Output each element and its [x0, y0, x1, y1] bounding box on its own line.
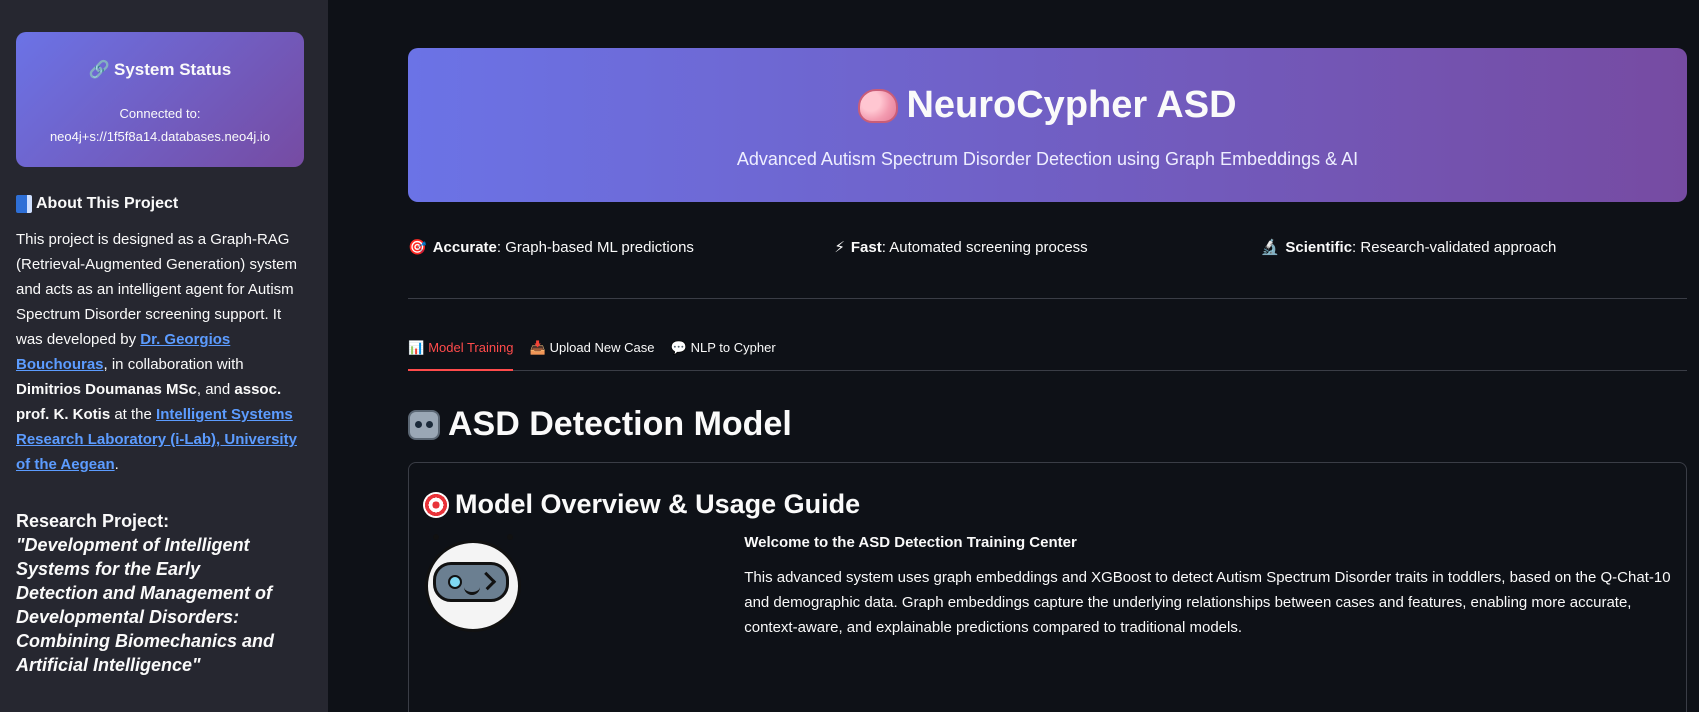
target-icon [423, 491, 449, 518]
tab-label: Upload New Case [549, 340, 655, 355]
tab-model-training[interactable]: 📊 Model Training [408, 340, 514, 371]
feature-name: Accurate [432, 238, 497, 256]
robot-eye [448, 575, 462, 589]
feature-desc: : Graph-based ML predictions [496, 238, 694, 256]
card-body: Welcome to the ASD Detection Training Ce… [423, 532, 1672, 640]
link-icon: 🔗 [88, 60, 110, 79]
about-text-part: at the [110, 406, 157, 423]
about-text-part: , in collaboration with [103, 356, 244, 373]
feature-name: Fast [850, 238, 882, 256]
hero-banner: NeuroCypher ASD Advanced Autism Spectrum… [408, 48, 1687, 202]
feature-name: Scientific [1285, 238, 1353, 256]
inbox-tray-icon: 📥 [529, 340, 546, 355]
connected-label: Connected to: [119, 106, 201, 121]
card-title: Model Overview & Usage Guide [423, 489, 1672, 520]
system-status-label: System Status [114, 60, 232, 79]
feature-accurate: 🎯 Accurate: Graph-based ML predictions [408, 238, 834, 257]
tab-upload-new-case[interactable]: 📥 Upload New Case [529, 340, 654, 370]
system-status-title: 🔗 System Status [16, 60, 304, 80]
main-content: NeuroCypher ASD Advanced Autism Spectrum… [408, 48, 1687, 712]
robot-mouth [464, 587, 480, 595]
feature-row: 🎯 Accurate: Graph-based ML predictions ⚡… [408, 236, 1687, 258]
tab-label: Model Training [428, 340, 514, 355]
about-text-part: . [114, 456, 119, 473]
robot-wink [477, 571, 497, 591]
bar-chart-icon: 📊 [408, 340, 425, 355]
app-title: NeuroCypher ASD [408, 84, 1687, 127]
welcome-heading: Welcome to the ASD Detection Training Ce… [744, 534, 1077, 551]
section-title: ASD Detection Model [408, 405, 1687, 444]
about-text-part: , and [196, 381, 235, 398]
tab-nlp-to-cypher[interactable]: 💬 NLP to Cypher [670, 340, 775, 370]
system-status-card: 🔗 System Status Connected to: neo4j+s://1… [16, 32, 304, 167]
winking-robot-avatar-icon [423, 532, 523, 632]
app-title-text: NeuroCypher ASD [906, 84, 1237, 126]
feature-desc: : Research-validated approach [1352, 238, 1557, 256]
feature-fast: ⚡ Fast: Automated screening process [834, 238, 1260, 257]
model-description: This advanced system uses graph embeddin… [744, 569, 1671, 636]
book-icon [16, 195, 32, 213]
about-heading-label: About This Project [36, 195, 179, 212]
section-title-text: ASD Detection Model [448, 405, 792, 443]
antenna-icon [433, 534, 439, 540]
about-heading: About This Project [16, 195, 312, 213]
model-overview-card: Model Overview & Usage Guide Welcome to … [408, 462, 1687, 712]
divider [408, 298, 1687, 299]
robot-visor [433, 562, 509, 602]
antenna-icon [507, 534, 513, 540]
speech-bubble-icon: 💬 [670, 340, 687, 355]
brain-icon [858, 88, 899, 123]
tab-bar: 📊 Model Training 📥 Upload New Case 💬 NLP… [408, 340, 1687, 371]
target-icon: 🎯 [408, 239, 427, 256]
about-text: This project is designed as a Graph-RAG … [16, 227, 308, 477]
research-project-label: Research Project: [16, 511, 170, 531]
avatar-column [423, 532, 744, 640]
feature-desc: : Automated screening process [881, 238, 1088, 256]
collaborator-name: Dimitrios Doumanas MSc [16, 381, 197, 398]
feature-scientific: 🔬 Scientific: Research-validated approac… [1260, 238, 1687, 257]
microscope-icon: 🔬 [1260, 239, 1280, 256]
card-title-text: Model Overview & Usage Guide [455, 489, 861, 519]
app-subtitle: Advanced Autism Spectrum Disorder Detect… [736, 149, 1359, 169]
usage-guide: Welcome to the ASD Detection Training Ce… [744, 532, 1672, 640]
lightning-icon: ⚡ [834, 239, 845, 256]
tab-label: NLP to Cypher [690, 340, 776, 355]
sidebar: 🔗 System Status Connected to: neo4j+s://1… [0, 0, 328, 712]
connection-uri: neo4j+s://1f5f8a14.databases.neo4j.io [49, 129, 271, 144]
research-project-title: "Development of Intelligent Systems for … [16, 535, 275, 675]
robot-icon [408, 409, 440, 440]
